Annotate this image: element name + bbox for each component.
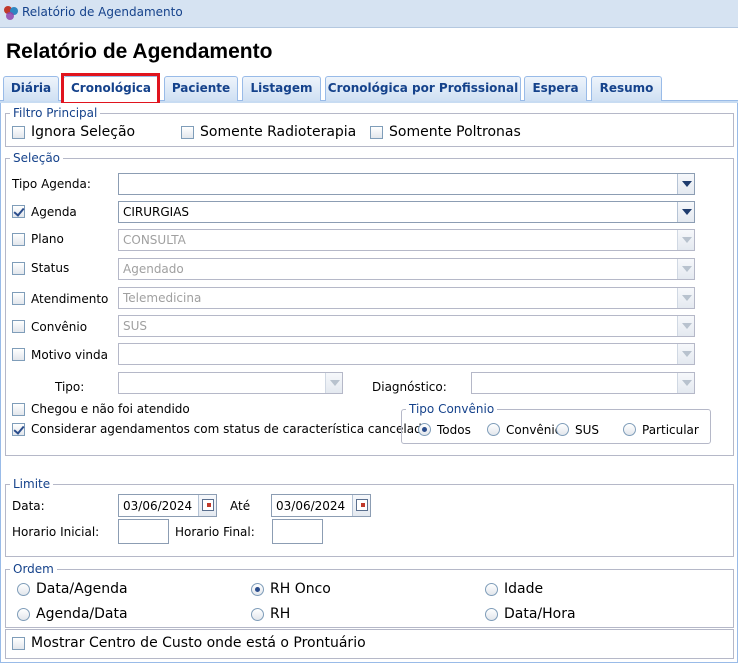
- plano-value: CONSULTA: [123, 233, 186, 247]
- tab-paciente[interactable]: Paciente: [164, 76, 238, 101]
- ordem-rh-radio[interactable]: [251, 608, 264, 621]
- tipo-convenio-convenio-label: Convênio: [506, 423, 563, 437]
- page-title: Relatório de Agendamento: [6, 40, 273, 63]
- ate-label: Até: [230, 499, 251, 513]
- plano-checkbox[interactable]: [12, 233, 25, 246]
- tab-resumo[interactable]: Resumo: [591, 76, 662, 101]
- limite-legend: Limite: [13, 477, 51, 491]
- considerar-cancelado-label: Considerar agendamentos com status de ca…: [31, 422, 430, 436]
- atendimento-label: Atendimento: [31, 292, 109, 306]
- agenda-select[interactable]: CIRURGIAS: [118, 201, 695, 223]
- ate-field[interactable]: 03/06/2024: [271, 494, 371, 517]
- ordem-data-agenda-label: Data/Agenda: [36, 581, 128, 597]
- tipo-convenio-todos-radio[interactable]: [418, 423, 431, 436]
- tipo-convenio-sus-radio[interactable]: [556, 423, 569, 436]
- somente-poltronas-label: Somente Poltronas: [389, 124, 521, 140]
- window-title: Relatório de Agendamento: [22, 5, 183, 19]
- convenio-checkbox[interactable]: [12, 320, 25, 333]
- atendimento-value: Telemedicina: [123, 291, 202, 305]
- tipo-convenio-todos-label: Todos: [437, 423, 471, 437]
- agenda-checkbox[interactable]: [12, 205, 25, 218]
- chevron-down-icon[interactable]: [677, 373, 694, 393]
- chevron-down-icon[interactable]: [677, 230, 694, 250]
- chevron-down-icon[interactable]: [325, 373, 342, 393]
- ignora-selecao-label: Ignora Seleção: [31, 124, 136, 140]
- horario-final-field[interactable]: [272, 519, 323, 544]
- ordem-data-hora-label: Data/Hora: [504, 606, 576, 622]
- tab-listagem[interactable]: Listagem: [242, 76, 321, 101]
- convenio-select[interactable]: SUS: [118, 315, 695, 337]
- limite-group: Limite: [5, 477, 734, 557]
- considerar-cancelado-checkbox[interactable]: [12, 423, 25, 436]
- tipo-convenio-convenio-radio[interactable]: [487, 423, 500, 436]
- diagnostico-label: Diagnóstico:: [372, 380, 447, 394]
- ordem-data-hora-radio[interactable]: [485, 608, 498, 621]
- motivo-vinda-checkbox[interactable]: [12, 348, 25, 361]
- status-checkbox[interactable]: [12, 262, 25, 275]
- ordem-agenda-data-radio[interactable]: [17, 608, 30, 621]
- atendimento-select[interactable]: Telemedicina: [118, 287, 695, 309]
- status-value: Agendado: [123, 262, 184, 276]
- tipo-convenio-particular-radio[interactable]: [623, 423, 636, 436]
- filtro-principal-legend: Filtro Principal: [13, 106, 98, 120]
- chevron-down-icon[interactable]: [677, 174, 694, 194]
- somente-radioterapia-label: Somente Radioterapia: [200, 124, 357, 140]
- horario-inicial-field[interactable]: [118, 519, 169, 544]
- mostrar-centro-custo-checkbox[interactable]: [12, 637, 25, 650]
- tipo-agenda-label: Tipo Agenda:: [12, 177, 91, 191]
- chevron-down-icon[interactable]: [677, 259, 694, 279]
- chevron-down-icon[interactable]: [677, 316, 694, 336]
- agenda-label: Agenda: [31, 205, 77, 219]
- tipo-convenio-particular-label: Particular: [642, 423, 699, 437]
- calendar-icon[interactable]: [198, 495, 216, 516]
- convenio-value: SUS: [123, 319, 148, 333]
- tipo-agenda-select[interactable]: [118, 173, 695, 195]
- data-field[interactable]: 03/06/2024: [118, 494, 217, 517]
- chevron-down-icon[interactable]: [677, 288, 694, 308]
- ordem-rh-label: RH: [270, 606, 291, 622]
- agenda-value: CIRURGIAS: [123, 205, 190, 219]
- chegou-nao-atendido-label: Chegou e não foi atendido: [31, 402, 190, 416]
- motivo-vinda-select[interactable]: [118, 343, 695, 365]
- motivo-vinda-label: Motivo vinda: [31, 348, 109, 362]
- calendar-icon[interactable]: [352, 495, 370, 516]
- horario-final-label: Horario Final:: [175, 525, 255, 539]
- ordem-rh-onco-label: RH Onco: [270, 581, 331, 597]
- tipo-select[interactable]: [118, 372, 343, 394]
- convenio-label: Convênio: [31, 320, 88, 334]
- ordem-rh-onco-radio[interactable]: [251, 583, 264, 596]
- app-logo-icon: [4, 6, 18, 20]
- ordem-data-agenda-radio[interactable]: [17, 583, 30, 596]
- ordem-legend: Ordem: [13, 562, 54, 576]
- data-label: Data:: [12, 499, 45, 513]
- tab-diaria[interactable]: Diária: [3, 76, 59, 101]
- status-label: Status: [31, 261, 70, 275]
- plano-select[interactable]: CONSULTA: [118, 229, 695, 251]
- ordem-agenda-data-label: Agenda/Data: [36, 606, 128, 622]
- tab-cronologica-por-profissional[interactable]: Cronológica por Profissional: [325, 76, 521, 101]
- horario-inicial-label: Horario Inicial:: [12, 525, 100, 539]
- status-select[interactable]: Agendado: [118, 258, 695, 280]
- active-tab-highlight: [61, 73, 160, 105]
- plano-label: Plano: [31, 232, 64, 246]
- chevron-down-icon[interactable]: [677, 344, 694, 364]
- somente-poltronas-checkbox[interactable]: [370, 126, 383, 139]
- selecao-legend: Seleção: [13, 151, 61, 165]
- data-value: 03/06/2024: [123, 499, 193, 513]
- chegou-nao-atendido-checkbox[interactable]: [12, 403, 25, 416]
- tipo-convenio-sus-label: SUS: [575, 423, 600, 437]
- ordem-idade-label: Idade: [504, 581, 544, 597]
- tipo-convenio-legend: Tipo Convênio: [409, 402, 495, 416]
- mostrar-centro-custo-label: Mostrar Centro de Custo onde está o Pron…: [31, 635, 366, 651]
- diagnostico-select[interactable]: [471, 372, 695, 394]
- tipo-label: Tipo:: [55, 380, 85, 394]
- ordem-idade-radio[interactable]: [485, 583, 498, 596]
- ate-value: 03/06/2024: [276, 499, 346, 513]
- tab-espera[interactable]: Espera: [524, 76, 587, 101]
- somente-radioterapia-checkbox[interactable]: [181, 126, 194, 139]
- chevron-down-icon[interactable]: [677, 202, 694, 222]
- ignora-selecao-checkbox[interactable]: [12, 126, 25, 139]
- atendimento-checkbox[interactable]: [12, 292, 25, 305]
